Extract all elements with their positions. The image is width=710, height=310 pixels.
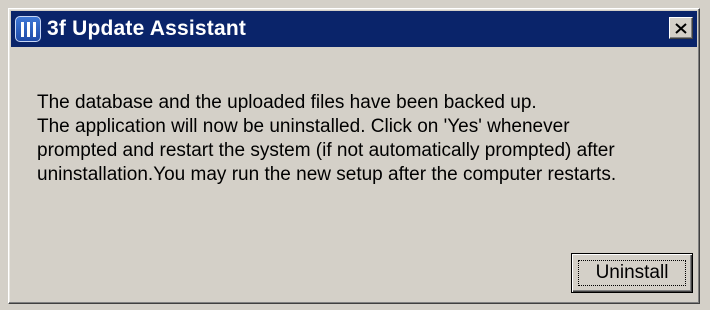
message-line: uninstallation.You may run the new setup… — [37, 164, 617, 185]
title-bar[interactable]: 3f Update Assistant — [11, 11, 697, 47]
close-icon — [675, 22, 687, 34]
message-line: prompted and restart the system (if not … — [37, 140, 615, 161]
message-line: The application will now be uninstalled.… — [37, 116, 570, 137]
close-button[interactable] — [669, 17, 693, 39]
uninstall-button[interactable]: Uninstall — [571, 253, 693, 293]
message-line: The database and the uploaded files have… — [37, 92, 537, 113]
uninstall-button-label: Uninstall — [578, 260, 686, 286]
app-logo-icon — [15, 16, 41, 42]
dialog-window: 3f Update Assistant The database and the… — [8, 8, 700, 304]
window-title: 3f Update Assistant — [47, 17, 247, 40]
message-text: The database and the uploaded files have… — [37, 91, 687, 187]
desktop-background: 3f Update Assistant The database and the… — [0, 0, 710, 310]
